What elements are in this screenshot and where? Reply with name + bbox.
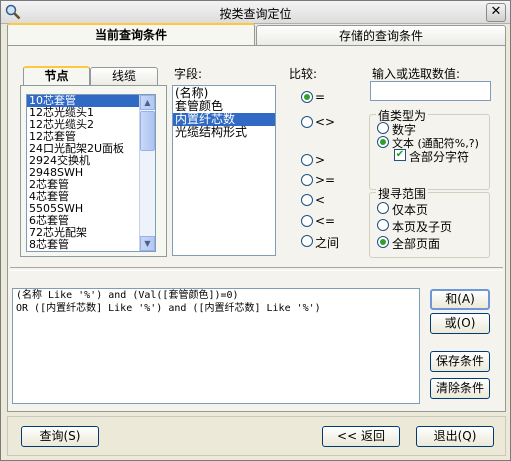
compare-radio[interactable] (301, 154, 313, 166)
bottom-bar: 查询(S) << 返回 退出(Q) (7, 416, 506, 456)
compare-option-label: > (315, 153, 326, 167)
node-list[interactable]: 10芯套管 12芯光缆头1 12芯光缆头2 12芯套管 24口光配架2U面板 2924交换… (26, 94, 156, 252)
or-button[interactable]: 或(O) (430, 313, 490, 334)
clear-conditions-button[interactable]: 清除条件 (430, 378, 490, 399)
compare-label: 比较: (289, 67, 318, 81)
tab-current-conditions[interactable]: 当前查询条件 (7, 23, 255, 45)
query-line: OR ([内置纤芯数] Like '%') and ([内置纤芯数] Like … (16, 303, 321, 314)
value-input-label: 输入或选取数值: (372, 67, 461, 81)
exit-button[interactable]: 退出(Q) (416, 426, 494, 447)
field-label: 字段: (174, 67, 203, 81)
compare-radio[interactable] (301, 91, 313, 103)
scope-radio[interactable] (377, 236, 389, 248)
partial-match-label: 含部分字符 (409, 150, 470, 164)
tab-saved-conditions[interactable]: 存储的查询条件 (256, 25, 506, 45)
node-list-scrollbar[interactable]: ▲ ▼ (139, 95, 155, 251)
title-bar[interactable]: 按类查询定位 ✕ (1, 1, 510, 24)
compare-option-label: 之间 (315, 236, 340, 250)
compare-option-label: <> (315, 115, 336, 129)
query-line: (名称 Like '%') and (Val([套管颜色])=0) (16, 290, 239, 301)
list-item[interactable]: 8芯套管 (27, 239, 155, 251)
scroll-down-icon[interactable]: ▼ (140, 236, 155, 251)
save-conditions-button[interactable]: 保存条件 (430, 351, 490, 372)
scroll-thumb[interactable] (140, 111, 155, 151)
value-type-radio[interactable] (377, 136, 389, 148)
back-button[interactable]: << 返回 (322, 426, 400, 447)
search-scope-title: 搜寻范围 (376, 185, 429, 202)
partial-match-checkbox[interactable]: ✔ (394, 149, 406, 161)
compare-radio[interactable] (301, 174, 313, 186)
left-tab-panel: 10芯套管 12芯光缆头1 12芯光缆头2 12芯套管 24口光配架2U面板 2924交换… (20, 85, 167, 257)
tab-cables[interactable]: 线缆 (90, 67, 158, 85)
compare-option-label: < (315, 193, 326, 207)
compare-radio[interactable] (301, 116, 313, 128)
value-input[interactable] (370, 81, 491, 101)
compare-radio[interactable] (301, 194, 313, 206)
compare-radio[interactable] (301, 215, 313, 227)
tab-nodes[interactable]: 节点 (23, 66, 90, 85)
scroll-up-icon[interactable]: ▲ (140, 95, 155, 110)
field-list[interactable]: (名称) 套管颜色 内置纤芯数 光缆结构形式 (172, 85, 276, 256)
compare-radio[interactable] (301, 235, 313, 247)
field-list-item[interactable]: 光缆结构形式 (173, 126, 275, 139)
and-button[interactable]: 和(A) (430, 289, 490, 310)
compare-option-label: <= (315, 214, 336, 228)
scope-radio[interactable] (377, 202, 389, 214)
compare-option-label: = (315, 90, 326, 104)
close-button[interactable]: ✕ (486, 3, 506, 22)
scope-label: 全部页面 (392, 237, 441, 251)
scope-label: 仅本页 (392, 203, 429, 217)
scope-label: 本页及子页 (392, 220, 453, 234)
compare-option-label: >= (315, 173, 336, 187)
query-text-area[interactable]: (名称 Like '%') and (Val([套管颜色])=0) OR ([内… (12, 288, 420, 404)
scope-radio[interactable] (377, 219, 389, 231)
window-title: 按类查询定位 (219, 7, 292, 21)
value-type-radio[interactable] (377, 122, 389, 134)
dialog-window: 按类查询定位 ✕ 当前查询条件 存储的查询条件 节点 线缆 10芯套管 12芯光缆… (0, 0, 511, 461)
divider (10, 267, 503, 271)
query-button[interactable]: 查询(S) (21, 426, 99, 447)
